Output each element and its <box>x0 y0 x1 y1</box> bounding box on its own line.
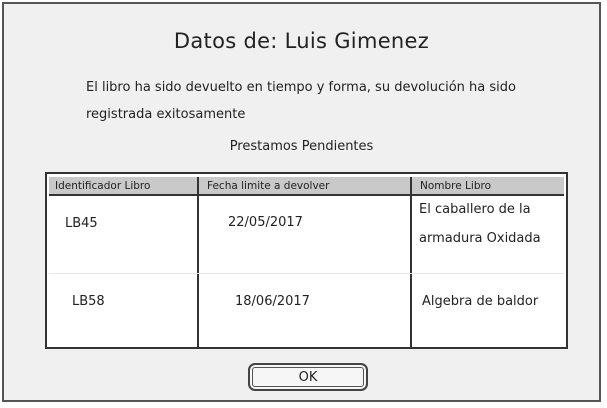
row-divider <box>49 273 564 274</box>
column-divider <box>410 177 412 347</box>
loan-details-dialog: Datos de: Luis Gimenez El libro ha sido … <box>2 2 601 402</box>
table-header: Identificador Libro Fecha limite a devol… <box>49 177 564 196</box>
pending-loans-table: Identificador Libro Fecha limite a devol… <box>45 172 568 349</box>
table-cell-book-id[interactable]: LB58 <box>72 294 105 309</box>
table-cell-book-name[interactable]: El caballero de la armadura Oxidada <box>419 195 559 253</box>
table-cell-due-date[interactable]: 22/05/2017 <box>228 215 303 230</box>
column-header-book-id[interactable]: Identificador Libro <box>49 177 199 194</box>
column-header-due-date[interactable]: Fecha limite a devolver <box>201 177 412 194</box>
dialog-title: Datos de: Luis Gimenez <box>173 29 430 53</box>
return-confirmation-message: El libro ha sido devuelto en tiempo y fo… <box>86 80 516 122</box>
table-cell-book-name[interactable]: Algebra de baldor <box>422 294 538 309</box>
column-divider <box>197 177 199 347</box>
ok-button[interactable]: OK <box>248 363 368 391</box>
table-cell-book-id[interactable]: LB45 <box>65 216 98 231</box>
pending-loans-heading: Prestamos Pendientes <box>229 139 374 154</box>
column-header-book-name[interactable]: Nombre Libro <box>414 177 564 194</box>
table-cell-due-date[interactable]: 18/06/2017 <box>235 294 310 309</box>
